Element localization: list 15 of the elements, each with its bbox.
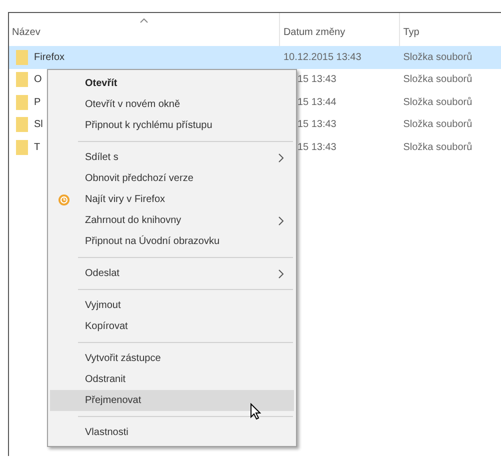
date-cell: 15 13:44 [297,96,336,108]
type-cell: Složka souborů [403,74,472,86]
file-name: Sl [34,118,43,132]
file-name: P [34,96,41,110]
file-name: T [34,140,40,155]
date-cell: 10.12.2015 13:43 [283,52,362,63]
type-cell: Složka souborů [403,96,472,108]
file-name: Firefox [34,50,65,65]
type-cell: Složka souborů [403,142,472,153]
date-cell: 15 13:43 [297,119,336,130]
file-name: O [34,73,42,88]
type-cell: Složka souborů [403,119,472,130]
type-cell: Složka souborů [403,52,472,63]
date-cell: 15 13:43 [297,74,336,86]
date-cell: 15 13:43 [297,142,336,153]
